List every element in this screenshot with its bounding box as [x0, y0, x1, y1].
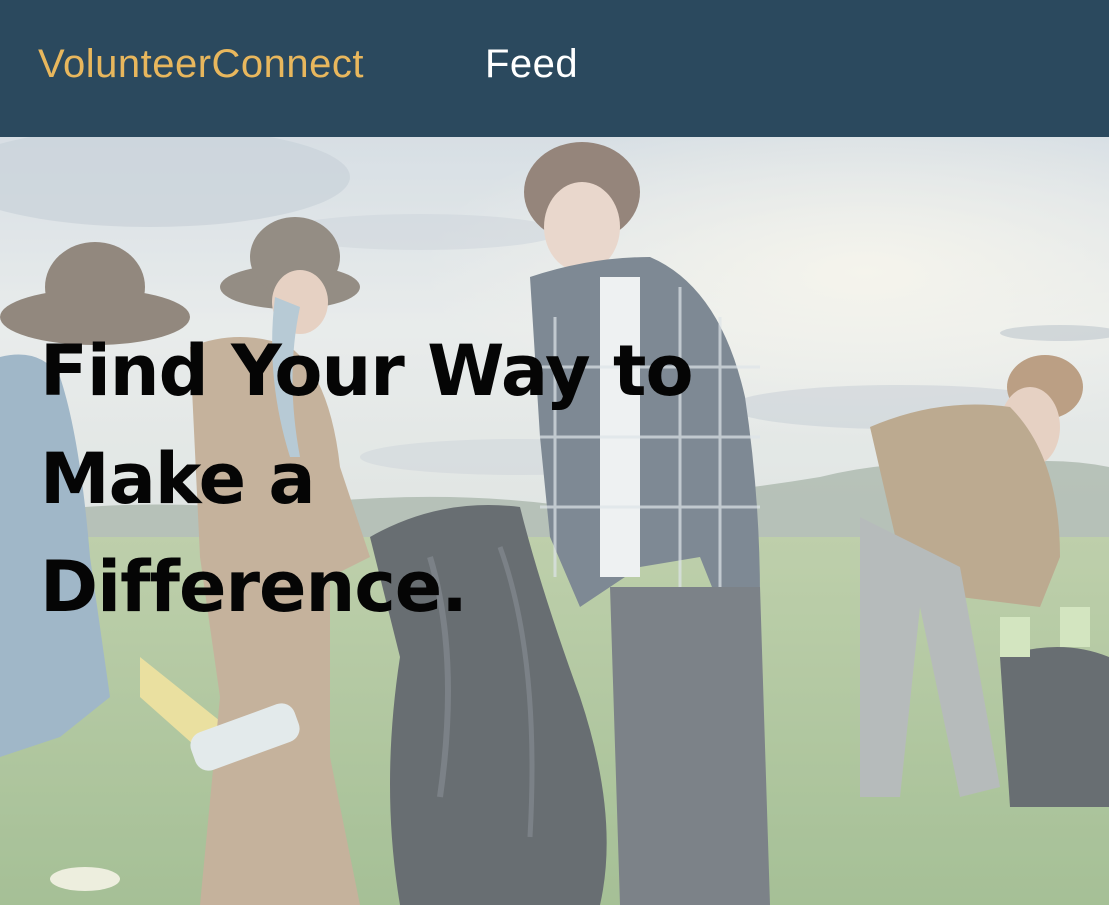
nav-link-feed[interactable]: Feed: [485, 36, 578, 92]
hero-section: Find Your Way to Make a Difference.: [0, 137, 1109, 905]
top-navbar: VolunteerConnect Feed: [0, 0, 1109, 137]
hero-title-line-3: Difference.: [40, 546, 468, 628]
brand-logo-link[interactable]: VolunteerConnect: [38, 36, 364, 92]
hero-title: Find Your Way to Make a Difference.: [40, 317, 760, 641]
hero-title-line-2: Make a: [40, 438, 316, 520]
hero-title-line-1: Find Your Way to: [40, 330, 694, 412]
